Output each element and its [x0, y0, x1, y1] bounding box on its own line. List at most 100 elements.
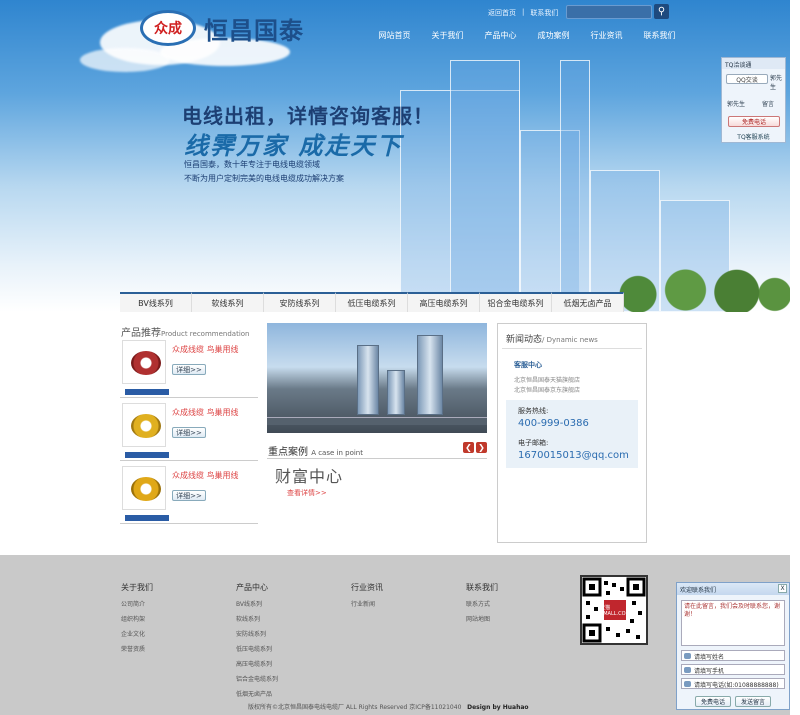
telephone-field[interactable]: 请填写电话(如:01088888888) — [681, 678, 785, 689]
telephone-icon — [684, 681, 691, 687]
tab-security[interactable]: 安防线系列 — [264, 292, 336, 312]
cable-coil-icon — [131, 477, 161, 501]
footer-link[interactable]: 铝合金电缆系列 — [236, 674, 278, 683]
logo-mark: 众成 — [140, 10, 196, 46]
product-label-graphic — [125, 452, 169, 458]
search-input[interactable] — [566, 5, 652, 19]
case-title-text: 重点案例 — [268, 447, 308, 458]
banner-description: 不断为用户定制完美的电线电缆成功解决方案 — [184, 174, 344, 183]
case-subtitle: A case in point — [311, 449, 363, 457]
case-name[interactable]: 财富中心 — [275, 463, 343, 487]
separator: | — [522, 8, 525, 16]
design-credit[interactable]: Design by Huahao — [467, 704, 528, 711]
footer-heading[interactable]: 关于我们 — [121, 582, 153, 593]
news-panel: 新闻动态/ Dynamic news 客服中心 北京恒昌国泰天猫旗舰店 北京恒昌… — [497, 323, 647, 543]
product-tabs: BV线系列 软线系列 安防线系列 低压电缆系列 高压电缆系列 铝合金电缆系列 低… — [120, 292, 624, 312]
name-field[interactable]: 请填写姓名 — [681, 650, 785, 661]
contact-link[interactable]: 联系我们 — [530, 8, 558, 18]
top-links: 返回首页 | 联系我们 — [488, 8, 558, 18]
footer-heading[interactable]: 行业资讯 — [351, 582, 383, 593]
tab-soft[interactable]: 软线系列 — [192, 292, 264, 312]
tab-low-voltage[interactable]: 低压电缆系列 — [336, 292, 408, 312]
footer-link[interactable]: 低烟无卤产品 — [236, 689, 278, 698]
tq-title: TQ洽谈通 — [722, 58, 785, 69]
list-item[interactable]: 众成线缆 鸟巢用线 详细>> — [120, 336, 258, 398]
footer-link[interactable]: 软线系列 — [236, 614, 278, 623]
detail-button[interactable]: 详细>> — [172, 427, 206, 438]
send-message-button[interactable]: 发送留言 — [735, 696, 771, 707]
detail-button[interactable]: 详细>> — [172, 490, 206, 501]
news-item[interactable]: 北京恒昌国泰天猫旗舰店 — [514, 375, 580, 384]
footer-link[interactable]: 高压电缆系列 — [236, 659, 278, 668]
email-address[interactable]: 1670015013@qq.com — [518, 450, 629, 461]
name-field-placeholder: 请填写姓名 — [694, 654, 725, 661]
search-icon[interactable]: ⚲ — [654, 4, 669, 19]
mobile-field[interactable]: 请填写手机 — [681, 664, 785, 675]
site-logo[interactable]: 众成 恒昌国泰 — [140, 10, 304, 46]
detail-button[interactable]: 详细>> — [172, 364, 206, 375]
product-image[interactable] — [122, 340, 169, 395]
case-more-link[interactable]: 查看详情>> — [287, 488, 327, 498]
tower-graphic — [387, 370, 405, 415]
nav-cases[interactable]: 成功案例 — [527, 30, 580, 41]
footer-link[interactable]: 荣誉资质 — [121, 644, 153, 653]
nav-home[interactable]: 网站首页 — [368, 30, 421, 41]
message-textarea[interactable]: 请在此留言，我们会及时联系您，谢谢！ — [681, 600, 785, 646]
prev-arrow-icon[interactable]: ❮ — [463, 442, 474, 453]
tq-chat-widget: TQ洽谈通 QQ交谈 郭先生 郭先生 留言 免费电话 TQ客服系统 — [721, 57, 786, 143]
email-label: 电子邮箱: — [518, 439, 549, 447]
home-link[interactable]: 返回首页 — [488, 8, 516, 18]
next-arrow-icon[interactable]: ❯ — [476, 442, 487, 453]
footer-link[interactable]: 网站地图 — [466, 614, 498, 623]
contact-box: 服务热线: 400-999-0386 电子邮箱: 1670015013@qq.c… — [506, 400, 638, 468]
product-image[interactable] — [122, 403, 169, 458]
footer-link[interactable]: 公司简介 — [121, 599, 153, 608]
product-image[interactable] — [122, 466, 169, 521]
footer-link[interactable]: 安防线系列 — [236, 629, 278, 638]
agent-name[interactable]: 郭先生 — [727, 99, 745, 108]
case-image[interactable] — [267, 323, 487, 433]
divider — [502, 348, 642, 349]
product-name[interactable]: 众成线缆 鸟巢用线 — [172, 344, 239, 355]
footer-link[interactable]: BV线系列 — [236, 599, 278, 608]
footer-link[interactable]: 企业文化 — [121, 629, 153, 638]
leave-message-link[interactable]: 留言 — [762, 99, 774, 108]
footer-link[interactable]: 低压电缆系列 — [236, 644, 278, 653]
footer-link[interactable]: 行业新闻 — [351, 599, 383, 608]
qq-chat-button[interactable]: QQ交谈 — [726, 74, 768, 84]
news-subheading[interactable]: 客服中心 — [514, 360, 542, 370]
message-widget-title: 欢迎联系我们 — [680, 587, 717, 594]
product-label-graphic — [125, 515, 169, 521]
product-name[interactable]: 众成线缆 鸟巢用线 — [172, 407, 239, 418]
user-icon — [684, 653, 691, 659]
list-item[interactable]: 众成线缆 鸟巢用线 详细>> — [120, 462, 258, 524]
hotline-number: 400-999-0386 — [518, 418, 589, 429]
footer-heading[interactable]: 产品中心 — [236, 582, 278, 593]
nav-about[interactable]: 关于我们 — [421, 30, 474, 41]
close-icon[interactable]: X — [778, 584, 787, 593]
divider — [267, 458, 487, 459]
phone-icon — [684, 667, 691, 673]
nav-products[interactable]: 产品中心 — [474, 30, 527, 41]
banner-description: 恒昌国泰，数十年专注于电线电缆领域 — [184, 160, 320, 169]
tab-bv[interactable]: BV线系列 — [120, 292, 192, 312]
news-item[interactable]: 北京恒昌国泰京东旗舰店 — [514, 385, 580, 394]
free-call-button[interactable]: 免费电话 — [695, 696, 731, 707]
footer-link[interactable]: 联系方式 — [466, 599, 498, 608]
product-name[interactable]: 众成线缆 鸟巢用线 — [172, 470, 239, 481]
nav-contact[interactable]: 联系我们 — [633, 30, 686, 41]
tab-aluminum[interactable]: 铝合金电缆系列 — [480, 292, 552, 312]
trees-graphic — [600, 268, 790, 312]
news-title: 新闻动态/ Dynamic news — [506, 332, 598, 345]
free-call-button[interactable]: 免费电话 — [728, 116, 780, 127]
footer-column-news: 行业资讯 行业新闻 — [351, 582, 383, 614]
footer-heading[interactable]: 联系我们 — [466, 582, 498, 593]
footer-link[interactable]: 组织构架 — [121, 614, 153, 623]
footer-column-about: 关于我们 公司简介 组织构架 企业文化 荣誉资质 — [121, 582, 153, 659]
list-item[interactable]: 众成线缆 鸟巢用线 详细>> — [120, 399, 258, 461]
tab-high-voltage[interactable]: 高压电缆系列 — [408, 292, 480, 312]
message-widget: 欢迎联系我们 X 请在此留言，我们会及时联系您，谢谢！ 请填写姓名 请填写手机 … — [676, 582, 790, 710]
tab-halogen-free[interactable]: 低烟无卤产品 — [552, 292, 624, 312]
footer-column-contact: 联系我们 联系方式 网站地图 — [466, 582, 498, 629]
nav-news[interactable]: 行业资讯 — [580, 30, 633, 41]
